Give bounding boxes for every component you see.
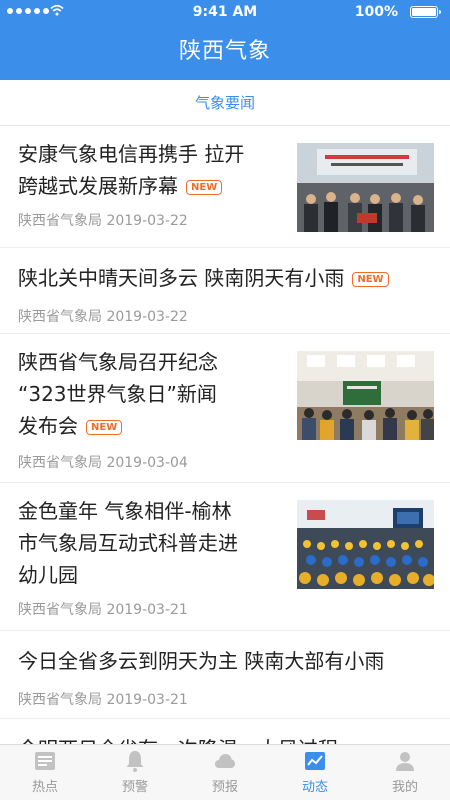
section-tab[interactable]: 气象要闻 <box>0 80 450 126</box>
article-date: 2019-03-22 <box>106 309 188 325</box>
article-item[interactable]: 今日全省多云到阴天为主 陕南大部有小雨 陕西省气象局 2019-03-21 <box>0 631 450 719</box>
article-title: 陕西省气象局召开纪念 “323世界气象日”新闻 发布会 NEW <box>18 350 218 438</box>
article-meta: 陕西省气象局 2019-03-21 <box>18 599 188 619</box>
article-title: 今日全省多云到阴天为主 陕南大部有小雨 <box>18 649 385 673</box>
article-source: 陕西省气象局 <box>18 213 102 229</box>
bell-icon <box>126 751 144 772</box>
tab-label: 预警 <box>121 780 148 795</box>
new-badge: NEW <box>352 272 389 287</box>
page-title: 陕西气象 <box>178 39 271 64</box>
article-meta: 陕西省气象局 2019-03-04 <box>18 452 188 472</box>
battery-percentage: 100% <box>354 4 398 20</box>
article-list: 安康气象电信再携手 拉开 跨越式发展新序幕 NEW 陕西省气象局 2019-03-… <box>0 126 450 799</box>
article-source: 陕西省气象局 <box>18 455 102 471</box>
user-icon <box>396 752 414 771</box>
article-item[interactable]: 陕北关中晴天间多云 陕南阴天有小雨 NEW 陕西省气象局 2019-03-22 <box>0 248 450 334</box>
article-meta: 陕西省气象局 2019-03-22 <box>18 210 188 230</box>
tab-forecast[interactable]: 预报 <box>180 745 270 800</box>
article-date: 2019-03-21 <box>106 602 188 618</box>
tab-profile[interactable]: 我的 <box>360 745 450 800</box>
tab-hot[interactable]: 热点 <box>0 745 90 800</box>
section-tab-label: 气象要闻 <box>194 94 255 112</box>
tab-news-feed[interactable]: 动态 <box>270 745 360 800</box>
news-icon <box>35 752 55 770</box>
article-source: 陕西省气象局 <box>18 692 102 708</box>
status-bar: 9:41 AM 100% <box>0 0 450 24</box>
article-source: 陕西省气象局 <box>18 602 102 618</box>
article-date: 2019-03-21 <box>106 692 188 708</box>
chart-icon <box>305 752 325 770</box>
article-item[interactable]: 金色童年 气象相伴-榆林 市气象局互动式科普走进 幼儿园 陕西省气象局 2019… <box>0 483 450 631</box>
article-date: 2019-03-22 <box>106 213 188 229</box>
article-thumbnail <box>297 351 434 440</box>
bottom-tab-bar: 热点 预警 预报 动态 我的 <box>0 744 450 800</box>
tab-label: 热点 <box>31 780 58 795</box>
article-thumbnail <box>297 500 434 589</box>
article-title: 金色童年 气象相伴-榆林 市气象局互动式科普走进 幼儿园 <box>18 499 238 587</box>
new-badge: NEW <box>86 420 123 435</box>
article-title: 安康气象电信再携手 拉开 跨越式发展新序幕 NEW <box>18 142 245 198</box>
battery-icon <box>410 6 441 18</box>
app-header: 9:41 AM 100% 陕西气象 <box>0 0 450 80</box>
tab-label: 我的 <box>391 780 418 795</box>
article-item[interactable]: 陕西省气象局召开纪念 “323世界气象日”新闻 发布会 NEW 陕西省气象局 20… <box>0 334 450 483</box>
screen: 9:41 AM 100% 陕西气象 气象要闻 安康气象电信再携手 拉开 跨越式发… <box>0 0 450 800</box>
article-source: 陕西省气象局 <box>18 309 102 325</box>
cloud-icon <box>215 754 235 768</box>
tab-label: 动态 <box>301 780 328 795</box>
article-meta: 陕西省气象局 2019-03-22 <box>18 306 188 326</box>
new-badge: NEW <box>186 180 223 195</box>
article-item[interactable]: 安康气象电信再携手 拉开 跨越式发展新序幕 NEW 陕西省气象局 2019-03-… <box>0 126 450 248</box>
tab-warning[interactable]: 预警 <box>90 745 180 800</box>
tab-label: 预报 <box>211 780 238 795</box>
article-date: 2019-03-04 <box>106 455 188 471</box>
article-meta: 陕西省气象局 2019-03-21 <box>18 689 188 709</box>
article-thumbnail <box>297 143 434 232</box>
article-title: 陕北关中晴天间多云 陕南阴天有小雨 NEW <box>18 262 438 294</box>
